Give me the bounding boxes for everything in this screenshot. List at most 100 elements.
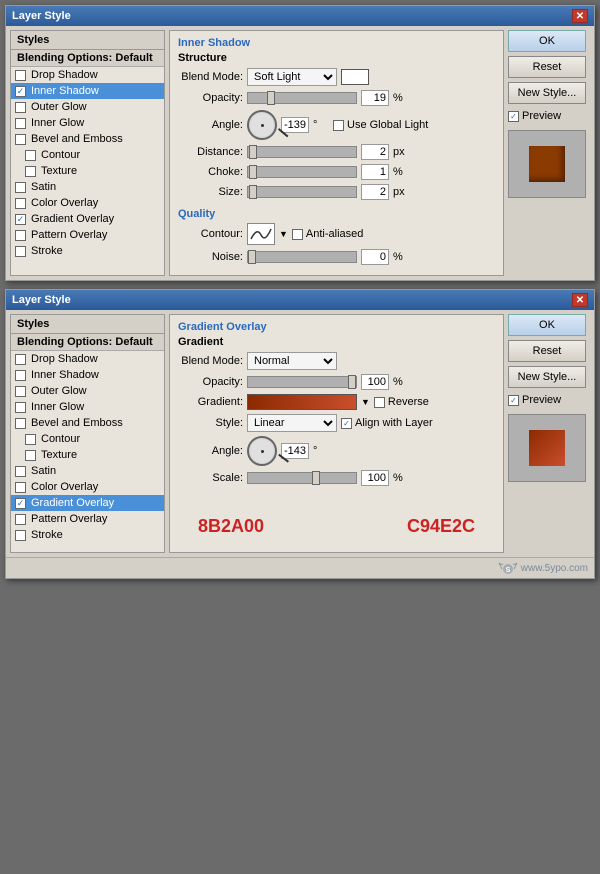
preview-checkbox-2[interactable] <box>508 395 519 406</box>
sidebar-item-bevel-emboss-1[interactable]: Bevel and Emboss <box>11 131 164 147</box>
sidebar-item-color-overlay-2[interactable]: Color Overlay <box>11 479 164 495</box>
sidebar-item-drop-shadow-1[interactable]: Drop Shadow <box>11 67 164 83</box>
new-style-button-1[interactable]: New Style... <box>508 82 586 104</box>
blend-mode-select-1[interactable]: Soft Light <box>247 68 337 86</box>
sidebar-item-contour-1[interactable]: Contour <box>11 147 164 163</box>
pattern-overlay-checkbox-2[interactable] <box>15 514 26 525</box>
align-layer-checkbox-2[interactable] <box>341 418 352 429</box>
distance-input-1[interactable] <box>361 144 389 160</box>
sidebar-item-bevel-emboss-2[interactable]: Bevel and Emboss <box>11 415 164 431</box>
contour-arrow-icon-1[interactable]: ▼ <box>279 229 288 239</box>
sidebar-item-blending-2[interactable]: Blending Options: Default <box>11 334 164 351</box>
sidebar-item-stroke-2[interactable]: Stroke <box>11 527 164 543</box>
sidebar-item-contour-2[interactable]: Contour <box>11 431 164 447</box>
style-select-2[interactable]: Linear <box>247 414 337 432</box>
sidebar-item-texture-1[interactable]: Texture <box>11 163 164 179</box>
opacity-slider-1[interactable] <box>247 92 357 104</box>
choke-input-1[interactable] <box>361 164 389 180</box>
stroke-checkbox-2[interactable] <box>15 530 26 541</box>
inner-shadow-checkbox-2[interactable] <box>15 370 26 381</box>
angle-input-1[interactable] <box>281 117 309 133</box>
sidebar-item-outer-glow-1[interactable]: Outer Glow <box>11 99 164 115</box>
texture-checkbox-2[interactable] <box>25 450 36 461</box>
sidebar-item-gradient-overlay-2[interactable]: Gradient Overlay <box>11 495 164 511</box>
anti-alias-checkbox-1[interactable] <box>292 229 303 240</box>
gradient-bar-2[interactable] <box>247 394 357 410</box>
angle-unit-1: ° <box>313 119 329 131</box>
contour-checkbox-2[interactable] <box>25 434 36 445</box>
noise-label-1: Noise: <box>178 251 243 263</box>
contour-preview-1[interactable] <box>247 223 275 245</box>
preview-label-1: Preview <box>522 110 561 122</box>
ok-button-1[interactable]: OK <box>508 30 586 52</box>
noise-slider-1[interactable] <box>247 251 357 263</box>
sidebar-item-pattern-overlay-1[interactable]: Pattern Overlay <box>11 227 164 243</box>
ok-button-2[interactable]: OK <box>508 314 586 336</box>
new-style-button-2[interactable]: New Style... <box>508 366 586 388</box>
inner-glow-checkbox-2[interactable] <box>15 402 26 413</box>
close-button-1[interactable]: ✕ <box>572 9 588 23</box>
size-slider-1[interactable] <box>247 186 357 198</box>
blend-mode-color-1[interactable] <box>341 69 369 85</box>
sidebar-item-outer-glow-2[interactable]: Outer Glow <box>11 383 164 399</box>
blend-mode-select-2[interactable]: Normal <box>247 352 337 370</box>
global-light-checkbox-1[interactable] <box>333 120 344 131</box>
gradient-arrow-icon[interactable]: ▼ <box>361 397 370 407</box>
contour-checkbox-1[interactable] <box>25 150 36 161</box>
sidebar-item-satin-2[interactable]: Satin <box>11 463 164 479</box>
reset-button-1[interactable]: Reset <box>508 56 586 78</box>
inner-glow-checkbox-1[interactable] <box>15 118 26 129</box>
angle-dial-2[interactable] <box>247 436 277 466</box>
preview-label-2: Preview <box>522 394 561 406</box>
outer-glow-checkbox-2[interactable] <box>15 386 26 397</box>
scale-slider-2[interactable] <box>247 472 357 484</box>
sidebar-item-satin-1[interactable]: Satin <box>11 179 164 195</box>
opacity-input-2[interactable] <box>361 374 389 390</box>
satin-checkbox-1[interactable] <box>15 182 26 193</box>
color-overlay-checkbox-1[interactable] <box>15 198 26 209</box>
sidebar-item-texture-2[interactable]: Texture <box>11 447 164 463</box>
angle-row-1: Angle: ° Use Global Light <box>178 110 495 140</box>
opacity-unit-1: % <box>393 92 409 104</box>
drop-shadow-checkbox-2[interactable] <box>15 354 26 365</box>
opacity-slider-2[interactable] <box>247 376 357 388</box>
sidebar-item-inner-shadow-2[interactable]: Inner Shadow <box>11 367 164 383</box>
close-button-2[interactable]: ✕ <box>572 293 588 307</box>
sidebar-item-gradient-overlay-1[interactable]: Gradient Overlay <box>11 211 164 227</box>
texture-checkbox-1[interactable] <box>25 166 36 177</box>
sidebar-item-color-overlay-1[interactable]: Color Overlay <box>11 195 164 211</box>
bevel-emboss-checkbox-2[interactable] <box>15 418 26 429</box>
sidebar-item-stroke-1[interactable]: Stroke <box>11 243 164 259</box>
angle-label-1: Angle: <box>178 119 243 131</box>
noise-input-1[interactable] <box>361 249 389 265</box>
angle-dial-1[interactable] <box>247 110 277 140</box>
drop-shadow-checkbox-1[interactable] <box>15 70 26 81</box>
color-overlay-checkbox-2[interactable] <box>15 482 26 493</box>
scale-input-2[interactable] <box>361 470 389 486</box>
outer-glow-checkbox-1[interactable] <box>15 102 26 113</box>
anti-alias-label-1: Anti-aliased <box>306 228 363 240</box>
distance-slider-1[interactable] <box>247 146 357 158</box>
opacity-input-1[interactable] <box>361 90 389 106</box>
choke-slider-1[interactable] <box>247 166 357 178</box>
sidebar-item-inner-glow-2[interactable]: Inner Glow <box>11 399 164 415</box>
gradient-overlay-checkbox-1[interactable] <box>15 214 26 225</box>
sidebar-item-inner-shadow-1[interactable]: Inner Shadow <box>11 83 164 99</box>
sidebar-item-inner-glow-1[interactable]: Inner Glow <box>11 115 164 131</box>
pattern-overlay-checkbox-1[interactable] <box>15 230 26 241</box>
sidebar-item-drop-shadow-2[interactable]: Drop Shadow <box>11 351 164 367</box>
preview-checkbox-1[interactable] <box>508 111 519 122</box>
stroke-checkbox-1[interactable] <box>15 246 26 257</box>
sidebar-item-pattern-overlay-2[interactable]: Pattern Overlay <box>11 511 164 527</box>
reverse-checkbox-2[interactable] <box>374 397 385 408</box>
satin-checkbox-2[interactable] <box>15 466 26 477</box>
svg-text:S: S <box>505 567 510 574</box>
reset-button-2[interactable]: Reset <box>508 340 586 362</box>
size-input-1[interactable] <box>361 184 389 200</box>
bevel-emboss-checkbox-1[interactable] <box>15 134 26 145</box>
sidebar-item-blending-1[interactable]: Blending Options: Default <box>11 50 164 67</box>
angle-input-2[interactable] <box>281 443 309 459</box>
gradient-overlay-checkbox-2[interactable] <box>15 498 26 509</box>
inner-shadow-checkbox-1[interactable] <box>15 86 26 97</box>
blend-mode-label-2: Blend Mode: <box>178 355 243 367</box>
